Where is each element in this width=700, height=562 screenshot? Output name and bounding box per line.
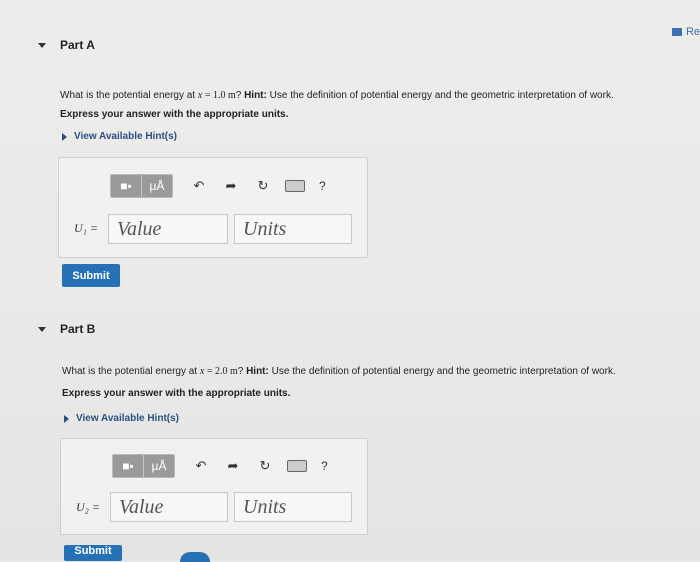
part-a-hints-link[interactable]: View Available Hint(s) [62, 131, 177, 142]
q-mid: ? [235, 90, 245, 101]
part-b-header[interactable]: Part B [38, 322, 95, 336]
review-icon [671, 28, 682, 36]
hint-label: Hint: [244, 90, 267, 101]
q-eq: = 2.0 [204, 366, 230, 377]
undo-icon[interactable]: ↶ [189, 458, 213, 474]
q-unit: m [229, 366, 238, 377]
symbols-icon[interactable]: μÅ [143, 455, 174, 477]
q-rest: Use the definition of potential energy a… [268, 366, 616, 377]
part-a-submit-button[interactable]: Submit [62, 264, 120, 287]
toolbar-group: ■▪ μÅ [110, 174, 173, 198]
reset-icon[interactable]: ↻ [251, 178, 275, 194]
part-a-value-field[interactable]: Value [108, 214, 228, 244]
expand-triangle-icon [62, 132, 67, 141]
toolbar-group: ■▪ μÅ [112, 454, 175, 478]
part-a-header[interactable]: Part A [38, 38, 95, 52]
part-b-value-field[interactable]: Value [110, 492, 228, 522]
q-mid: ? [237, 366, 247, 377]
hint-label: Hint: [246, 366, 269, 377]
redo-icon[interactable]: ➦ [221, 458, 245, 474]
part-a-units-field[interactable]: Units [234, 214, 352, 244]
part-a-toolbar: ■▪ μÅ ↶ ➦ ↻ ? [110, 174, 326, 198]
symbols-icon[interactable]: μÅ [141, 175, 172, 197]
q-rest: Use the definition of potential energy a… [266, 90, 614, 101]
redo-icon[interactable]: ➦ [219, 178, 243, 194]
templates-icon[interactable]: ■▪ [113, 455, 143, 477]
help-icon[interactable]: ? [321, 459, 328, 473]
part-b-title: Part B [60, 322, 96, 336]
help-icon[interactable]: ? [319, 179, 326, 193]
q-text: What is the potential energy at [62, 366, 200, 377]
undo-icon[interactable]: ↶ [187, 178, 211, 194]
part-b-question: What is the potential energy at x = 2.0 … [62, 366, 616, 377]
expand-triangle-icon [64, 414, 69, 423]
collapse-caret-icon[interactable] [38, 326, 46, 332]
keyboard-icon[interactable] [285, 180, 305, 192]
hints-link-label[interactable]: View Available Hint(s) [74, 131, 177, 142]
collapse-caret-icon[interactable] [38, 42, 46, 48]
reset-icon[interactable]: ↻ [253, 458, 277, 474]
top-right-link[interactable]: Re [671, 26, 700, 38]
templates-icon[interactable]: ■▪ [111, 175, 141, 197]
review-link[interactable]: Re [686, 26, 700, 38]
q-text: What is the potential energy at [60, 90, 198, 101]
part-a-question: What is the potential energy at x = 1.0 … [60, 90, 614, 101]
keyboard-icon[interactable] [287, 460, 307, 472]
part-b-submit-button[interactable]: Submit [64, 545, 122, 561]
page: Re Part A What is the potential energy a… [0, 0, 700, 562]
q-eq: = 1.0 [202, 90, 228, 101]
part-a-title: Part A [60, 38, 95, 52]
part-b-express: Express your answer with the appropriate… [62, 388, 291, 399]
q-unit: m [227, 90, 236, 101]
part-b-hints-link[interactable]: View Available Hint(s) [64, 413, 179, 424]
part-a-express: Express your answer with the appropriate… [60, 109, 289, 120]
part-b-var-label: U₂ = [76, 500, 100, 514]
part-b-toolbar: ■▪ μÅ ↶ ➦ ↻ ? [112, 454, 328, 478]
part-a-var-label: U₁ = [74, 221, 98, 235]
part-b-units-field[interactable]: Units [234, 492, 352, 522]
hints-link-label[interactable]: View Available Hint(s) [76, 413, 179, 424]
